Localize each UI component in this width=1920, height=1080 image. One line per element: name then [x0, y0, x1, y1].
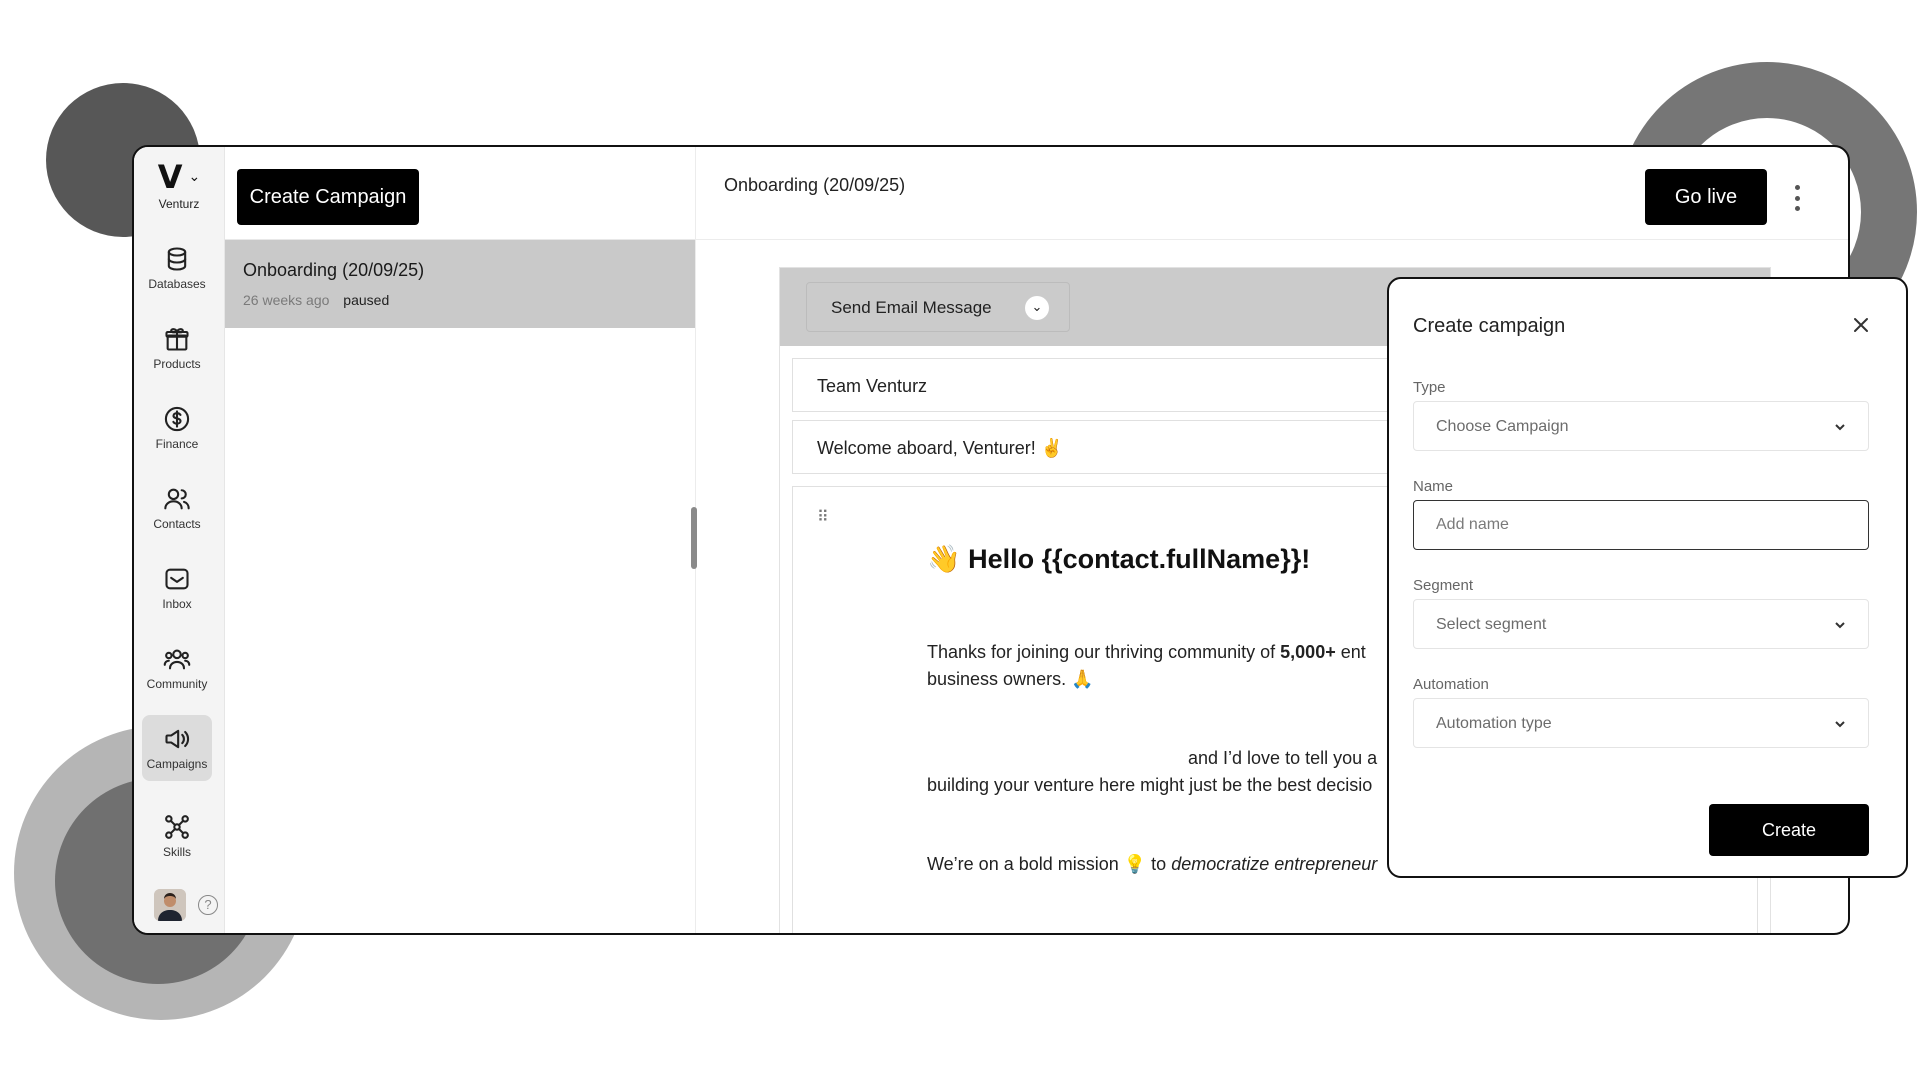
sidebar-item-community[interactable]: Community — [142, 635, 212, 701]
inbox-icon — [165, 568, 189, 590]
sidebar-item-label: Databases — [148, 277, 206, 291]
more-options-icon[interactable] — [1790, 185, 1804, 211]
modal-title: Create campaign — [1413, 315, 1566, 337]
network-icon — [165, 815, 189, 839]
contacts-icon — [164, 488, 190, 510]
automation-select[interactable]: Automation type — [1413, 698, 1869, 748]
sidebar-item-label: Community — [146, 677, 208, 691]
chevron-down-icon — [1834, 420, 1846, 432]
sidebar-item-skills[interactable]: Skills — [142, 803, 212, 869]
sidebar-item-label: Finance — [155, 437, 199, 451]
segment-value: Select segment — [1436, 616, 1547, 633]
sidebar: V ⌄ Venturz Databases Products Finance C… — [134, 147, 225, 933]
create-campaign-button[interactable]: Create Campaign — [237, 169, 419, 225]
brand-logo: V — [157, 158, 183, 196]
megaphone-icon — [165, 729, 190, 749]
drag-handle-icon[interactable]: ⠿ — [817, 507, 829, 527]
email-paragraph-2: and I’d love to tell you a — [1188, 748, 1378, 768]
community-icon — [163, 649, 191, 670]
sidebar-item-databases[interactable]: Databases — [142, 235, 212, 301]
sidebar-item-label: Skills — [162, 845, 191, 859]
type-label: Type — [1413, 379, 1446, 396]
chevron-down-icon: ⌄ — [188, 169, 201, 185]
action-type-dropdown[interactable]: Send Email Message ⌄ — [806, 282, 1070, 332]
avatar[interactable] — [154, 889, 186, 921]
email-greeting: 👋 Hello {{contact.fullName}}! — [927, 544, 1311, 574]
campaign-list-item[interactable]: Onboarding (20/09/25) 26 weeks ago pause… — [225, 240, 695, 328]
sidebar-item-inbox[interactable]: Inbox — [142, 555, 212, 621]
chevron-down-icon — [1834, 618, 1846, 630]
email-paragraph-3: We’re on a bold mission 💡 to democratize… — [927, 854, 1378, 874]
go-live-button[interactable]: Go live — [1645, 169, 1767, 225]
campaign-list-panel: Create Campaign Onboarding (20/09/25) 26… — [225, 147, 696, 933]
chevron-down-icon — [1834, 717, 1846, 729]
sidebar-item-campaigns[interactable]: Campaigns — [142, 715, 212, 781]
gift-icon — [165, 328, 189, 351]
segment-select[interactable]: Select segment — [1413, 599, 1869, 649]
workspace-switcher[interactable]: V ⌄ Venturz — [134, 161, 224, 211]
sidebar-item-finance[interactable]: Finance — [142, 395, 212, 461]
chevron-down-icon: ⌄ — [1025, 296, 1049, 320]
sidebar-item-label: Inbox — [162, 597, 192, 611]
campaign-status: paused — [343, 292, 390, 308]
campaign-list-header: Create Campaign — [225, 147, 695, 240]
automation-value: Automation type — [1436, 715, 1552, 732]
name-label: Name — [1413, 478, 1454, 495]
action-type-label: Send Email Message — [831, 298, 992, 317]
type-value: Choose Campaign — [1436, 418, 1569, 435]
avatar-image — [154, 889, 186, 921]
sender-value: Team Venturz — [817, 376, 928, 396]
name-input[interactable] — [1413, 500, 1869, 550]
sidebar-item-label: Contacts — [153, 517, 201, 531]
create-campaign-modal: Create campaign Type Choose Campaign Nam… — [1387, 277, 1908, 878]
email-paragraph-1: Thanks for joining our thriving communit… — [927, 642, 1366, 662]
sidebar-item-label: Campaigns — [146, 757, 208, 771]
type-select[interactable]: Choose Campaign — [1413, 401, 1869, 451]
brand-name: Venturz — [158, 197, 200, 211]
sidebar-item-contacts[interactable]: Contacts — [142, 475, 212, 541]
campaign-title: Onboarding (20/09/25) — [243, 260, 425, 280]
segment-label: Segment — [1413, 577, 1474, 594]
help-icon[interactable]: ? — [198, 895, 218, 915]
automation-label: Automation — [1413, 676, 1489, 693]
sidebar-item-label: Products — [153, 357, 201, 371]
database-icon — [167, 247, 187, 271]
sidebar-item-products[interactable]: Products — [142, 315, 212, 381]
editor-header: Onboarding (20/09/25) Go live — [696, 147, 1848, 240]
close-icon[interactable] — [1849, 313, 1873, 337]
dollar-icon — [164, 406, 190, 432]
subject-value: Welcome aboard, Venturer! ✌ — [817, 438, 1064, 458]
campaign-updated-ago: 26 weeks ago — [243, 292, 330, 308]
create-button[interactable]: Create — [1709, 804, 1869, 856]
email-paragraph-2-line-2: building your venture here might just be… — [927, 775, 1373, 795]
email-paragraph-1-line-2: business owners. 🙏 — [927, 669, 1094, 689]
page-title: Onboarding (20/09/25) — [724, 175, 906, 195]
